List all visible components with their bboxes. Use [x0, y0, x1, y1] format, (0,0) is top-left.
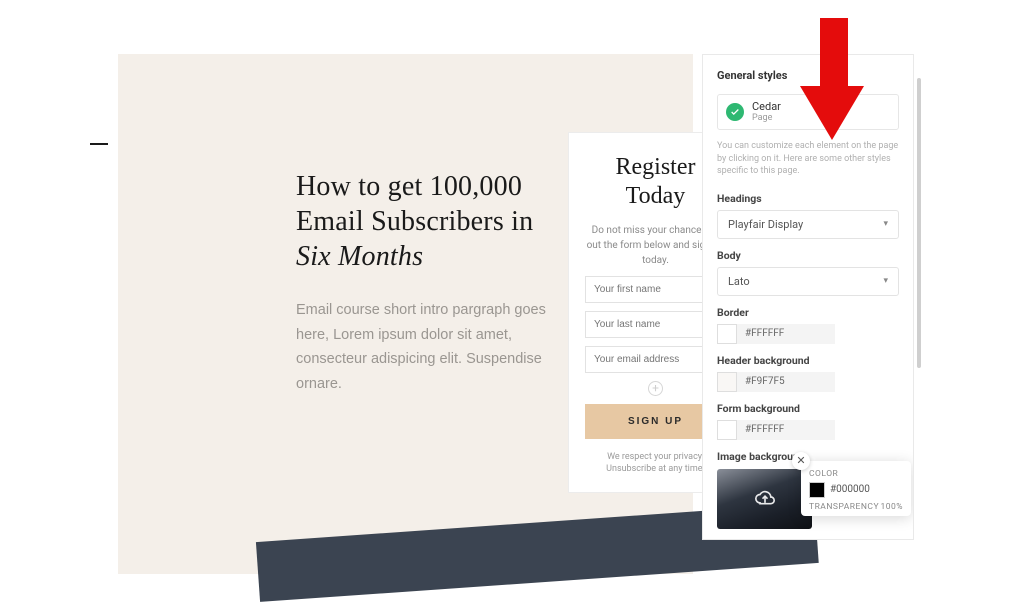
body-font-value: Lato	[728, 275, 750, 288]
check-circle-icon	[726, 103, 744, 121]
headings-font-select[interactable]: Playfair Display ▾	[717, 210, 899, 239]
plus-icon: +	[648, 381, 663, 396]
popover-transparency-label: TRANSPARENCY	[809, 502, 879, 512]
border-color-input[interactable]: #FFFFFF	[717, 324, 835, 344]
border-label: Border	[717, 306, 899, 319]
hero-heading-text: How to get 100,000 Email Subscribers in	[296, 171, 533, 237]
border-hex: #FFFFFF	[737, 324, 792, 343]
template-name: Cedar	[752, 101, 781, 113]
body-label: Body	[717, 249, 899, 262]
upload-icon	[755, 487, 775, 510]
close-icon[interactable]: ✕	[792, 452, 810, 470]
headings-font-value: Playfair Display	[728, 218, 803, 231]
page-preview[interactable]: How to get 100,000 Email Subscribers in …	[118, 54, 693, 574]
header-bg-label: Header background	[717, 354, 899, 367]
border-color-swatch	[717, 324, 737, 344]
hero-heading-emphasis: Six Months	[296, 241, 423, 272]
header-bg-color-input[interactable]: #F9F7F5	[717, 372, 835, 392]
header-bg-swatch	[717, 372, 737, 392]
template-sub: Page	[752, 113, 781, 123]
chevron-down-icon: ▾	[883, 219, 888, 229]
form-bg-hex: #FFFFFF	[737, 420, 792, 439]
form-bg-color-input[interactable]: #FFFFFF	[717, 420, 835, 440]
form-bg-swatch	[717, 420, 737, 440]
form-bg-label: Form background	[717, 402, 899, 415]
panel-helper-text: You can customize each element on the pa…	[717, 140, 899, 178]
body-font-select[interactable]: Lato ▾	[717, 267, 899, 296]
headings-label: Headings	[717, 192, 899, 205]
editor-selection-handle[interactable]	[90, 143, 108, 145]
popover-color-hex: #000000	[830, 484, 870, 495]
header-bg-hex: #F9F7F5	[737, 372, 793, 391]
panel-title: General styles	[717, 69, 899, 82]
popover-color-input[interactable]: #000000	[809, 482, 903, 498]
chevron-down-icon: ▾	[883, 276, 888, 286]
image-bg-thumbnail[interactable]	[717, 469, 812, 529]
popover-color-label: COLOR	[809, 469, 903, 479]
popover-transparency-value: 100%	[880, 502, 903, 512]
template-selector[interactable]: Cedar Page	[717, 94, 899, 130]
style-panel: General styles Cedar Page You can custom…	[702, 54, 914, 540]
panel-scrollbar[interactable]	[917, 78, 921, 368]
popover-color-swatch	[809, 482, 825, 498]
image-bg-color-popover: ✕ COLOR #000000 TRANSPARENCY 100%	[801, 461, 911, 516]
hero-block[interactable]: How to get 100,000 Email Subscribers in …	[296, 169, 546, 397]
hero-intro[interactable]: Email course short intro pargraph goes h…	[296, 298, 546, 397]
hero-heading[interactable]: How to get 100,000 Email Subscribers in …	[296, 169, 546, 274]
